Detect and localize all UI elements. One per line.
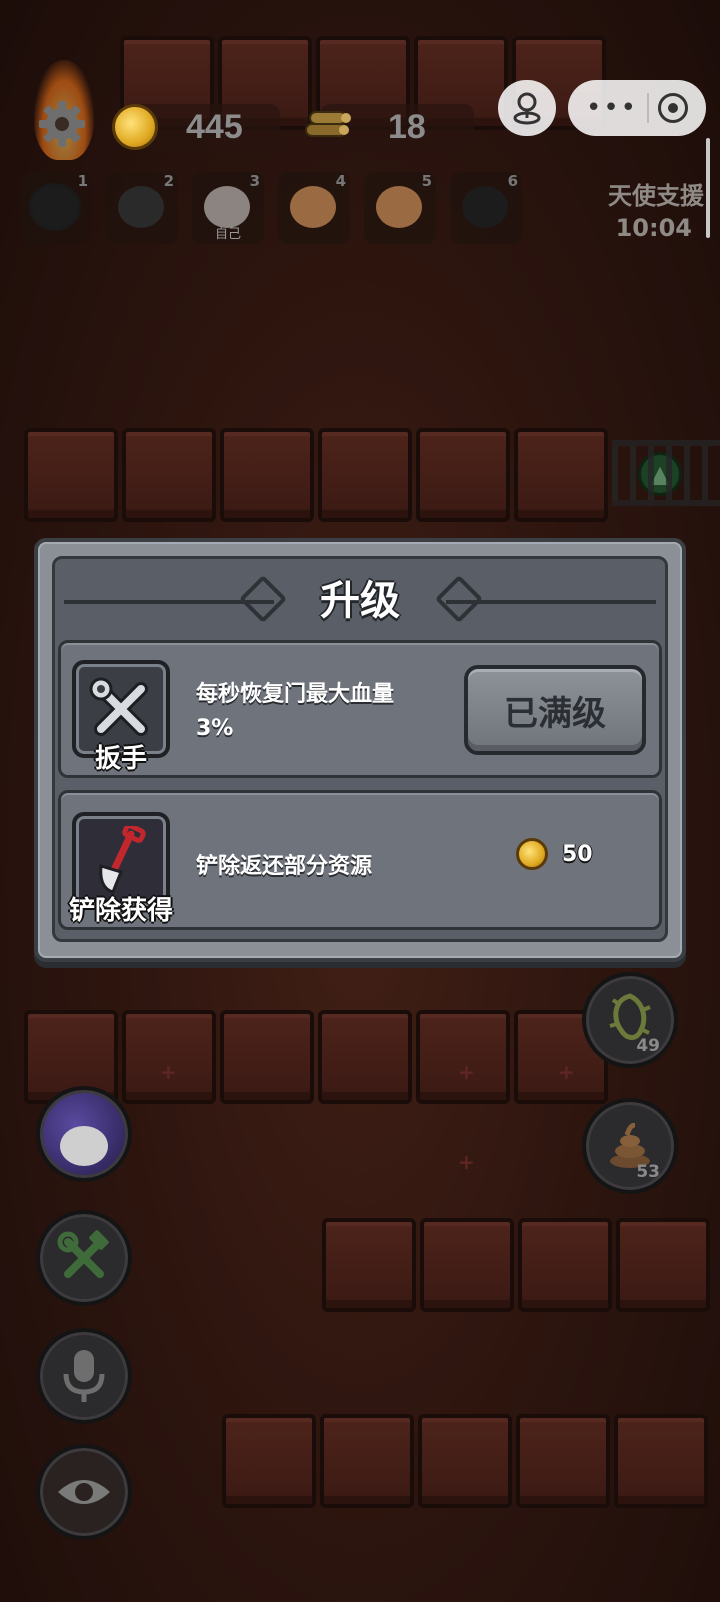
player-list: 1 2 3 自己 4 5 6: [20, 172, 522, 244]
sheep-witch-avatar-icon: [204, 186, 250, 228]
poop-skill-button[interactable]: 53: [582, 1098, 678, 1194]
location-icon: [513, 92, 541, 125]
dialog-title: 升级: [320, 578, 400, 624]
character-avatar-button[interactable]: [36, 1086, 132, 1182]
wrench-item-name: 扳手: [94, 744, 147, 774]
angel-support-label: 天使支援: [608, 182, 704, 210]
player-slot[interactable]: 5: [364, 172, 436, 244]
player-number: 4: [335, 172, 346, 190]
wrench-screwdriver-icon: [89, 677, 148, 736]
upgrade-value: 3%: [196, 716, 234, 741]
player-tag-self: 自己: [214, 227, 241, 242]
player-number: 2: [163, 172, 174, 190]
eye-icon: [58, 1480, 110, 1504]
remove-description: 铲除返还部分资源: [196, 854, 373, 879]
sheep-avatar-icon: [118, 186, 164, 228]
remove-refund-value: 50: [562, 842, 593, 867]
voice-chat-button[interactable]: [36, 1328, 132, 1424]
close-miniprogram-icon[interactable]: [657, 93, 688, 123]
player-slot[interactable]: 2: [106, 172, 178, 244]
player-number: 5: [421, 172, 432, 190]
wood-icon: [302, 104, 352, 148]
thorns-skill-button[interactable]: 49: [582, 972, 678, 1068]
shovel-icon: [99, 826, 146, 894]
shovel-item-name: 铲除获得: [68, 896, 173, 926]
build-tools-button[interactable]: [36, 1210, 132, 1306]
player-slot[interactable]: 4: [278, 172, 350, 244]
view-toggle-button[interactable]: [36, 1444, 132, 1540]
coin-icon: [516, 838, 548, 870]
capsule-divider: [647, 93, 649, 123]
max-level-button[interactable]: 已满级: [464, 665, 646, 755]
sheep-portrait-icon: [60, 1126, 108, 1166]
angel-support-timer: 10:04: [615, 214, 692, 242]
more-options-icon[interactable]: •••: [586, 95, 638, 121]
player-slot[interactable]: 1: [20, 172, 92, 244]
poop-count: 53: [636, 1162, 660, 1182]
profile-capsule[interactable]: [498, 80, 556, 136]
player-slot[interactable]: 6: [450, 172, 522, 244]
sheep-bear-avatar-icon: [376, 186, 422, 228]
sheep-avatar-icon: [462, 186, 508, 228]
player-slot[interactable]: 3 自己: [192, 172, 264, 244]
scrollbar: [706, 138, 710, 238]
thorns-count: 49: [636, 1036, 660, 1056]
wrench-hammer-icon: [57, 1230, 109, 1278]
upgrade-description: 每秒恢复门最大血量: [196, 682, 395, 707]
microphone-icon: [63, 1350, 105, 1402]
sheep-bear-avatar-icon: [290, 186, 336, 228]
player-number: 1: [77, 172, 88, 190]
coin-icon: [112, 104, 158, 150]
coin-count: 445: [186, 108, 243, 146]
miniprogram-capsule: •••: [568, 80, 706, 136]
settings-gear-icon[interactable]: [36, 98, 88, 150]
player-number: 3: [249, 172, 260, 190]
wood-count: 18: [388, 108, 426, 146]
player-number: 6: [507, 172, 518, 190]
sheep-avatar-icon: [32, 186, 78, 228]
